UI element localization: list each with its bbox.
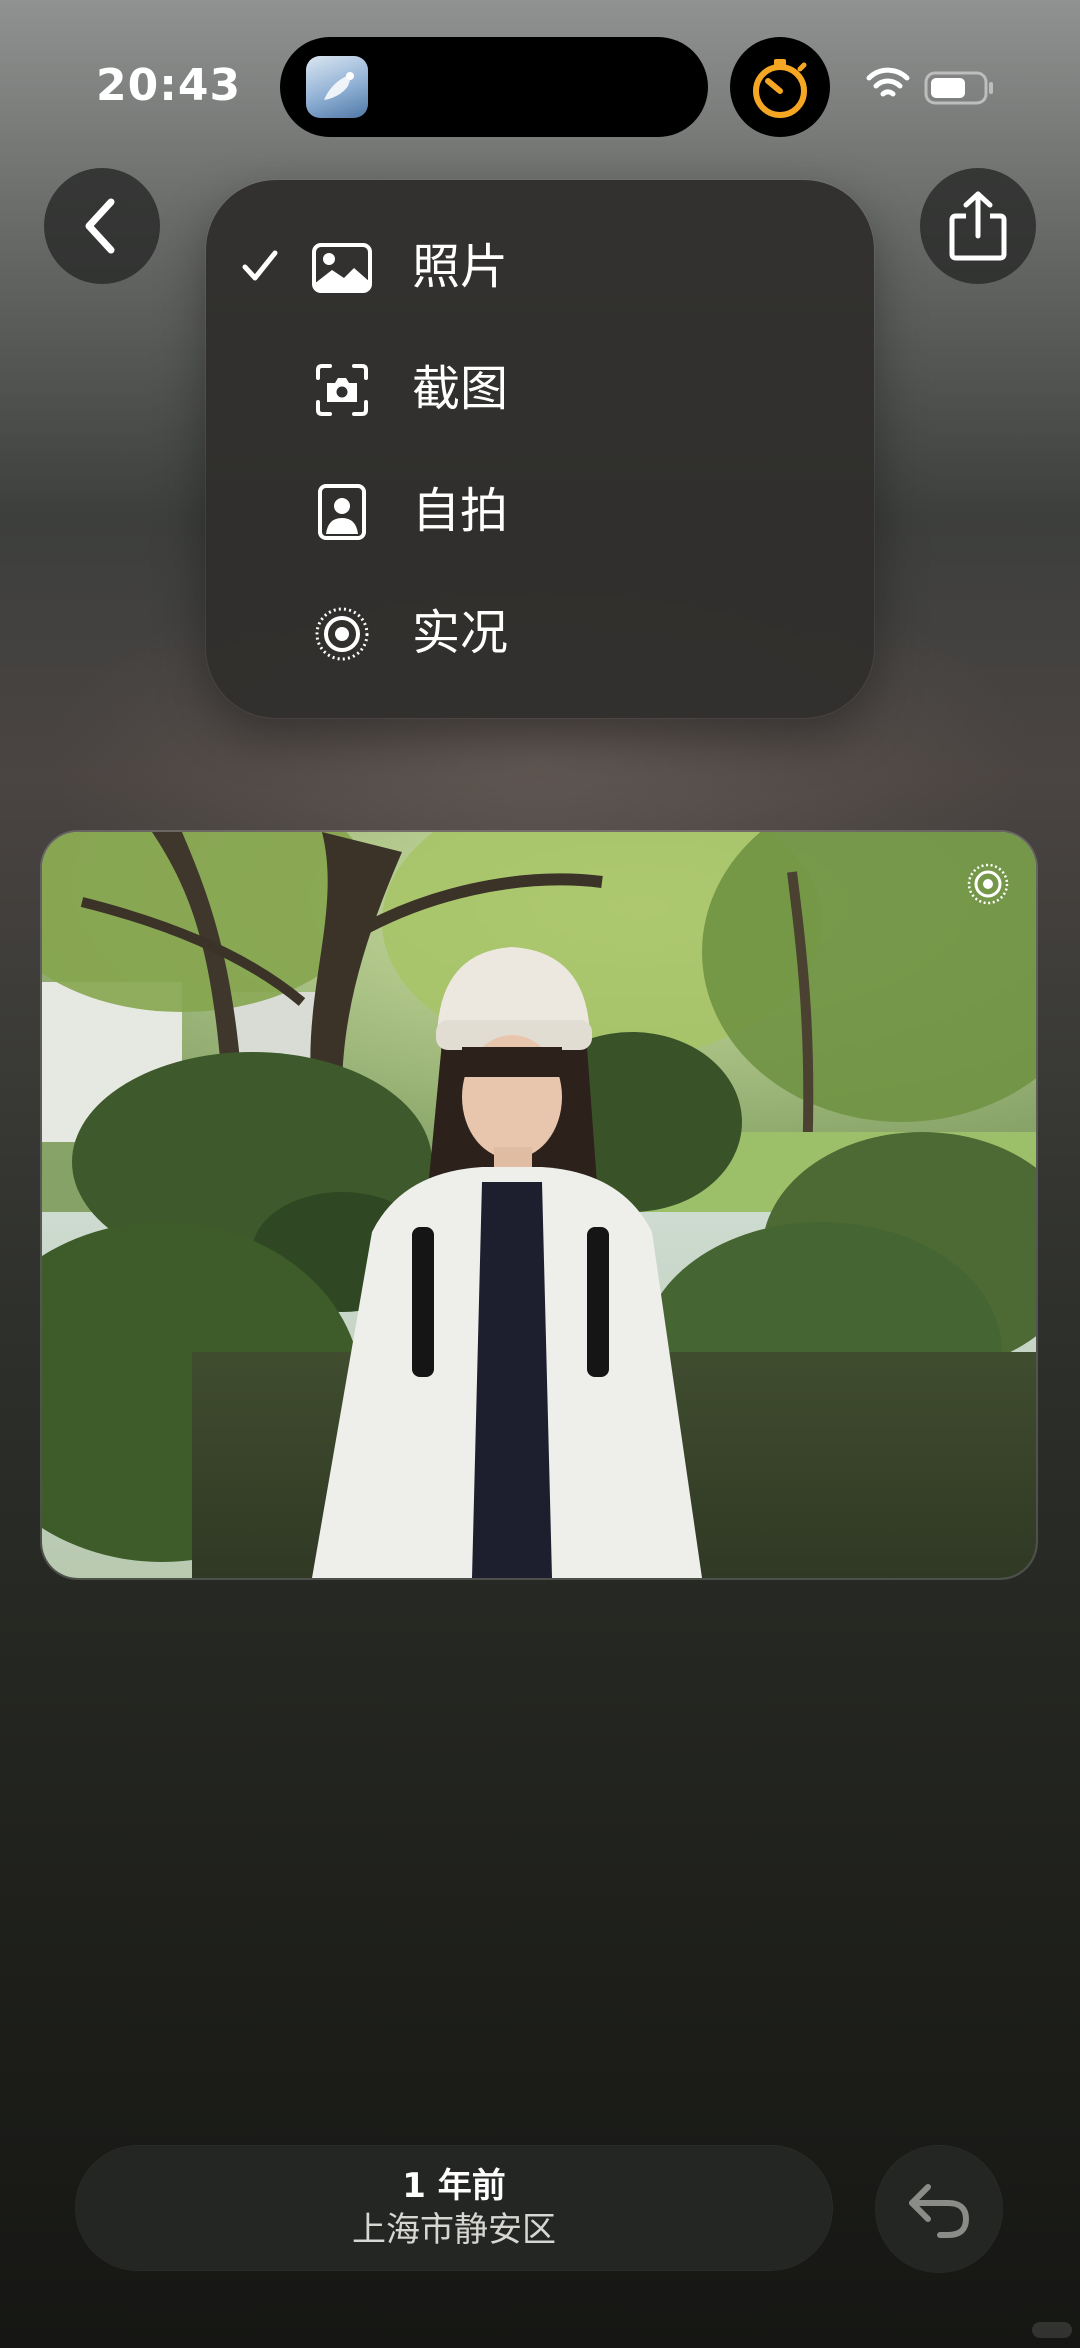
menu-item-live-photos[interactable]: 实况 bbox=[206, 572, 874, 694]
photo-icon bbox=[312, 243, 372, 293]
status-bar: 20:43 bbox=[0, 0, 1080, 150]
revert-button[interactable] bbox=[876, 2146, 1002, 2272]
now-playing-thumbnail[interactable] bbox=[306, 56, 368, 118]
menu-item-photos[interactable]: 照片 bbox=[206, 206, 874, 328]
dynamic-island[interactable] bbox=[280, 37, 708, 137]
screenshot-icon bbox=[316, 364, 368, 416]
photo-location: 上海市静安区 bbox=[352, 2210, 556, 2250]
photo-date: 1 年前 bbox=[402, 2166, 506, 2206]
photo-info-pill[interactable]: 1 年前 上海市静安区 bbox=[76, 2146, 832, 2270]
checkmark-icon bbox=[242, 250, 278, 281]
menu-item-label: 实况 bbox=[412, 605, 509, 661]
live-photo-icon bbox=[315, 607, 369, 661]
timer-activity[interactable] bbox=[730, 37, 830, 137]
chevron-left-icon bbox=[85, 198, 115, 254]
photo-preview[interactable] bbox=[42, 832, 1036, 1578]
menu-item-label: 截图 bbox=[412, 361, 509, 417]
timer-icon bbox=[753, 59, 807, 118]
live-photo-badge-icon bbox=[967, 863, 1009, 905]
selfie-icon bbox=[318, 484, 366, 540]
filter-menu: 照片 截图 自拍 实况 bbox=[206, 180, 874, 718]
share-button[interactable] bbox=[920, 168, 1036, 284]
menu-item-screenshots[interactable]: 截图 bbox=[206, 328, 874, 450]
menu-item-selfies[interactable]: 自拍 bbox=[206, 450, 874, 572]
status-time: 20:43 bbox=[96, 60, 242, 111]
back-button[interactable] bbox=[44, 168, 160, 284]
undo-arrow-icon bbox=[909, 2184, 969, 2238]
menu-item-label: 自拍 bbox=[412, 483, 509, 539]
home-indicator bbox=[1032, 2322, 1072, 2338]
share-icon bbox=[949, 191, 1007, 261]
wifi-icon bbox=[866, 67, 910, 97]
menu-item-label: 照片 bbox=[412, 239, 509, 295]
battery-icon bbox=[924, 71, 993, 105]
portrait-photo-image bbox=[42, 832, 1036, 1578]
